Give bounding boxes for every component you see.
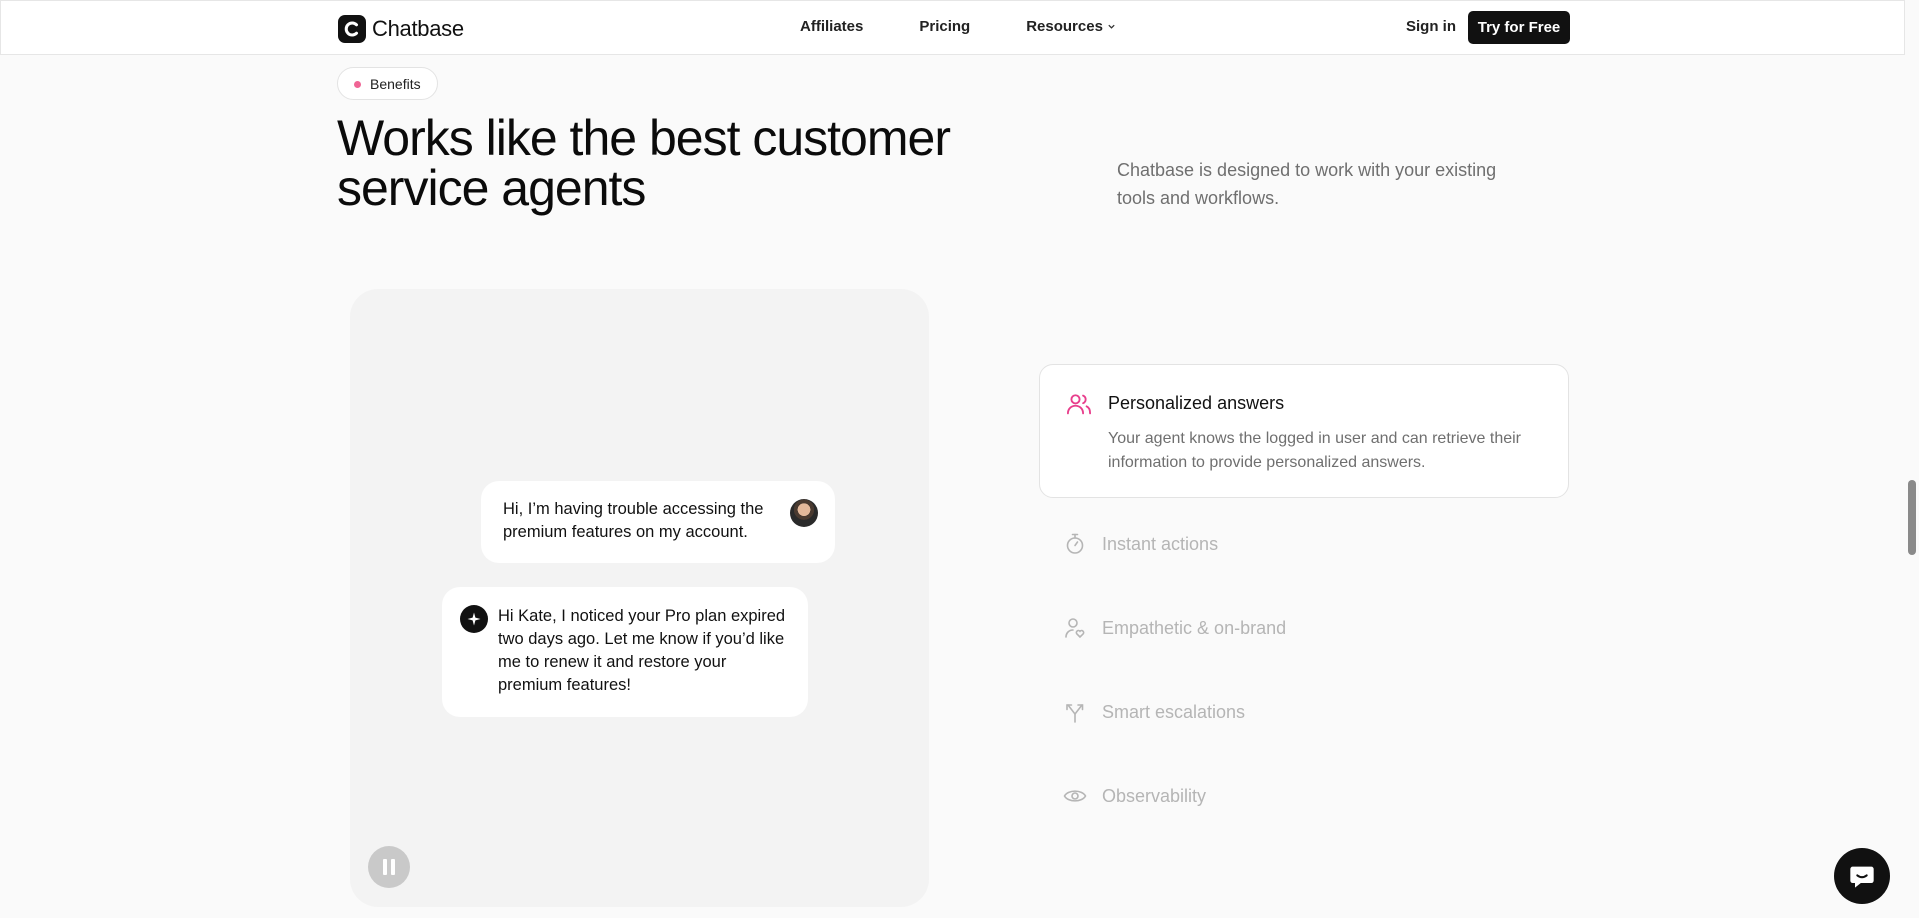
- pause-icon-bar-left: [383, 859, 387, 875]
- stopwatch-icon: [1066, 533, 1084, 554]
- sign-in-link[interactable]: Sign in: [1406, 18, 1456, 35]
- feature-empathetic-on-brand[interactable]: Empathetic & on-brand: [1063, 613, 1286, 643]
- user-message-text: Hi, I’m having trouble accessing the pre…: [503, 500, 764, 541]
- benefits-badge: Benefits: [337, 67, 438, 100]
- sparkle-icon: [460, 605, 488, 633]
- section-subtext: Chatbase is designed to work with your e…: [1117, 160, 1497, 208]
- section-headline: Works like the best customer service age…: [337, 110, 951, 216]
- user-message-bubble: Hi, I’m having trouble accessing the pre…: [481, 481, 835, 563]
- feature-description: Your agent knows the logged in user and …: [1108, 430, 1522, 471]
- badge-dot-icon: [354, 81, 361, 88]
- brand-name: Chatbase: [372, 16, 464, 41]
- bot-message-text: Hi Kate, I noticed your Pro plan expired…: [498, 607, 786, 694]
- chevron-down-icon: [1108, 24, 1115, 29]
- users-icon: [1066, 394, 1092, 415]
- brand-logo[interactable]: Chatbase: [338, 15, 464, 43]
- user-avatar: [790, 499, 818, 527]
- pause-icon-bar-right: [391, 859, 395, 875]
- nav-resources[interactable]: Resources: [1026, 18, 1116, 35]
- nav-pricing[interactable]: Pricing: [919, 18, 970, 35]
- bot-message-bubble: Hi Kate, I noticed your Pro plan expired…: [442, 587, 808, 717]
- split-arrow-icon: [1066, 704, 1084, 723]
- feature-smart-escalations[interactable]: Smart escalations: [1063, 697, 1245, 727]
- try-for-free-button[interactable]: Try for Free: [1468, 11, 1570, 44]
- feature-personalized-answers[interactable]: Personalized answers Your agent knows th…: [1039, 364, 1569, 498]
- feature-observability[interactable]: Observability: [1063, 781, 1206, 811]
- nav-affiliates[interactable]: Affiliates: [800, 18, 863, 35]
- chatbase-logo-icon: [338, 15, 366, 43]
- feature-title: Instant actions: [1102, 533, 1219, 554]
- feature-title: Personalized answers: [1108, 393, 1285, 413]
- pause-button[interactable]: [368, 846, 410, 888]
- chat-widget-launcher[interactable]: [1834, 848, 1890, 904]
- feature-title: Observability: [1102, 785, 1207, 806]
- top-nav-bar: Chatbase Affiliates Pricing Resources Si…: [0, 0, 1905, 55]
- feature-instant-actions[interactable]: Instant actions: [1063, 529, 1218, 559]
- user-heart-icon: [1065, 618, 1085, 639]
- feature-title: Empathetic & on-brand: [1102, 617, 1287, 638]
- nav-resources-label: Resources: [1026, 18, 1103, 35]
- feature-title: Smart escalations: [1102, 701, 1246, 722]
- badge-label: Benefits: [370, 75, 421, 92]
- main-nav: Affiliates Pricing Resources: [800, 18, 1116, 35]
- page-scrollbar-thumb[interactable]: [1908, 480, 1916, 555]
- chat-bubble-icon: [1850, 866, 1874, 888]
- eye-icon: [1063, 790, 1087, 802]
